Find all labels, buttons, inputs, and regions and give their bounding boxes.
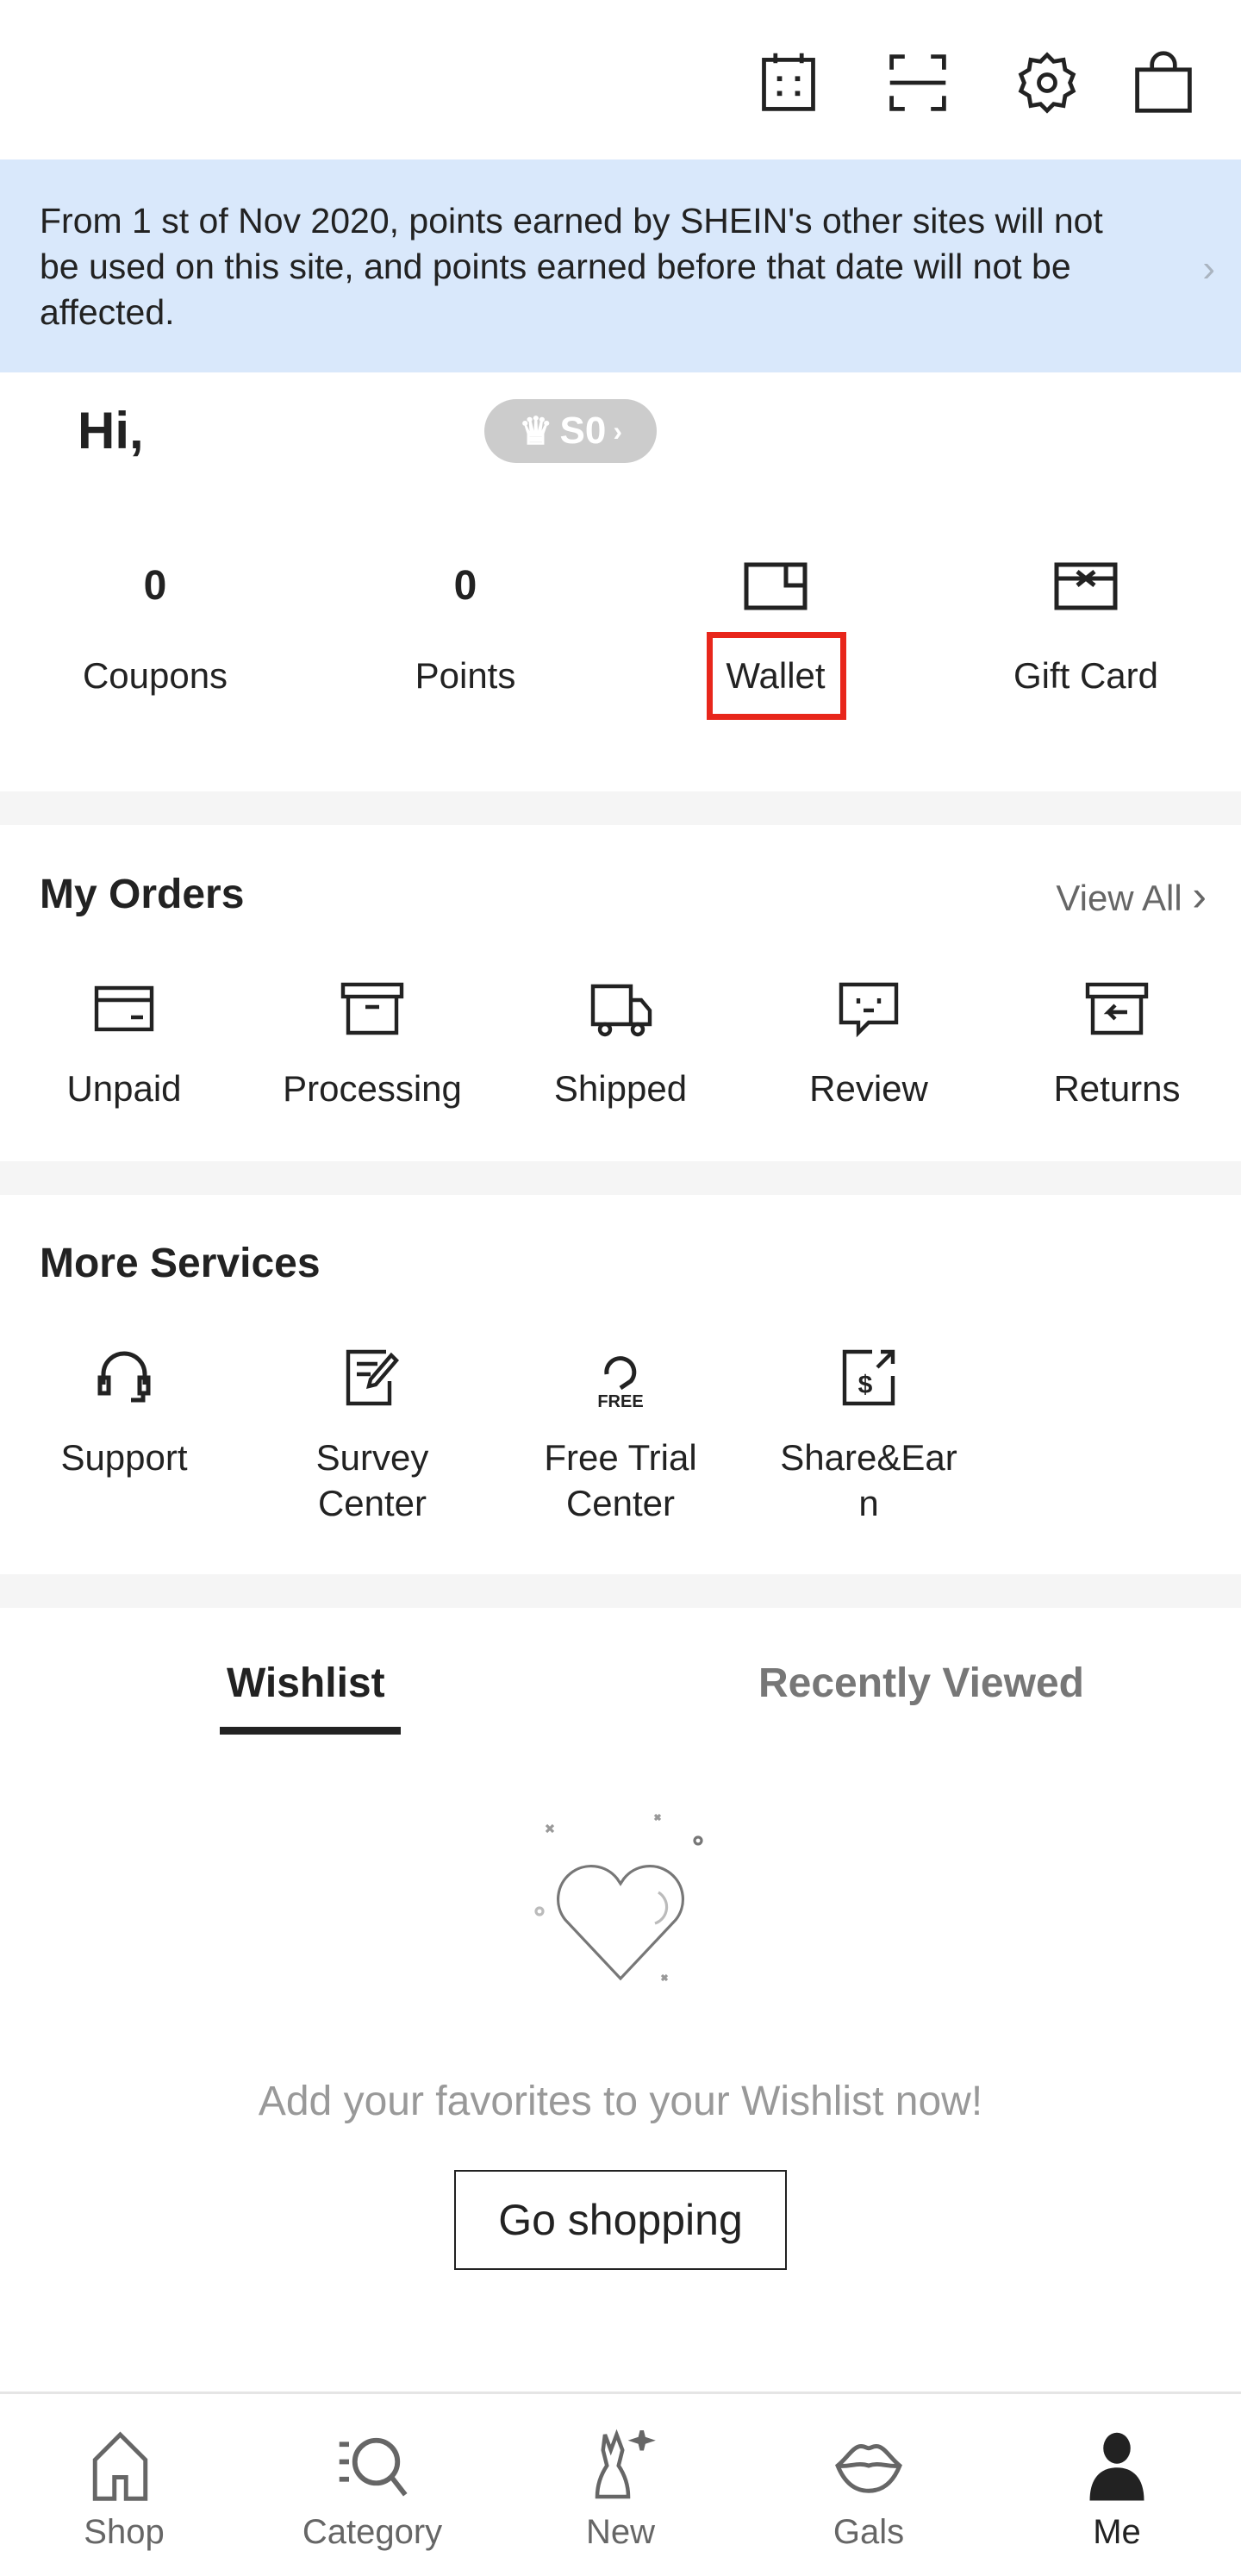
share-earn-label: Share&Ear n — [780, 1437, 957, 1523]
level-text: S0 — [559, 410, 607, 452]
svg-text:FREE: FREE — [597, 1392, 643, 1411]
survey-pencil-icon — [346, 1349, 399, 1406]
svg-text:$: $ — [858, 1371, 873, 1399]
order-shipped-label: Shipped — [553, 1068, 688, 1109]
nav-new[interactable]: New — [517, 2427, 724, 2552]
banner-text: From 1 st of Nov 2020, points earned by … — [40, 201, 1103, 332]
view-all-text: View All — [1056, 878, 1182, 918]
nav-category[interactable]: Category — [269, 2427, 476, 2552]
tab-wishlist[interactable]: Wishlist — [227, 1660, 385, 1707]
gift-card-label: Gift Card — [1013, 655, 1159, 696]
service-share-earn[interactable]: $ Share&Ear n — [757, 1343, 981, 1526]
coupons-stat[interactable]: 0 Coupons — [26, 556, 284, 696]
heart-illustration-icon — [534, 1813, 703, 1982]
nav-new-label: New — [585, 2513, 656, 2551]
nav-me[interactable]: Me — [1013, 2427, 1220, 2552]
wallet-highlight-box — [707, 632, 846, 720]
home-icon — [92, 2431, 148, 2501]
return-box-icon — [1085, 982, 1149, 1035]
nav-gals[interactable]: Gals — [765, 2427, 972, 2552]
coupons-label: Coupons — [82, 655, 228, 696]
survey-center-label: Survey Center — [315, 1437, 429, 1523]
points-stat[interactable]: 0 Points — [336, 556, 595, 696]
chevron-right-icon: › — [1192, 872, 1207, 920]
order-returns[interactable]: Returns — [1005, 974, 1229, 1111]
more-services-title: More Services — [40, 1241, 321, 1286]
category-search-icon — [339, 2437, 408, 2497]
divider — [0, 791, 1241, 825]
box-icon — [340, 982, 404, 1035]
chevron-right-icon: › — [613, 415, 622, 447]
divider — [0, 1161, 1241, 1195]
order-unpaid-label: Unpaid — [66, 1068, 182, 1109]
greeting: Hi, — [78, 402, 144, 460]
share-dollar-icon: $ — [842, 1349, 895, 1406]
order-unpaid[interactable]: Unpaid — [12, 974, 236, 1111]
lips-icon — [835, 2444, 902, 2493]
order-shipped[interactable]: Shipped — [508, 974, 733, 1111]
support-label: Support — [60, 1437, 188, 1478]
free-trial-icon: FREE — [597, 1356, 644, 1411]
gift-card-stat[interactable]: Gift Card — [957, 556, 1215, 696]
coupons-count: 0 — [143, 563, 167, 609]
view-all-link[interactable]: View All › — [1056, 871, 1207, 921]
my-orders-title: My Orders — [40, 872, 245, 917]
service-free-trial-center[interactable]: FREE Free Trial Center — [508, 1343, 733, 1526]
service-survey-center[interactable]: Survey Center — [260, 1343, 484, 1526]
membership-level-badge[interactable]: ♛ S0 › — [484, 399, 657, 463]
bag-icon[interactable] — [1131, 50, 1196, 116]
headset-icon — [97, 1351, 151, 1403]
calendar-icon[interactable] — [756, 50, 821, 116]
card-icon — [94, 985, 154, 1032]
crown-icon: ♛ — [519, 410, 553, 453]
dress-sparkle-icon — [595, 2429, 656, 2499]
nav-me-label: Me — [1093, 2513, 1141, 2551]
nav-shop[interactable]: Shop — [21, 2427, 228, 2552]
nav-divider — [0, 2392, 1241, 2394]
gift-card-icon — [1054, 562, 1118, 610]
chevron-right-icon: › — [1202, 247, 1215, 290]
empty-wishlist-message: Add your favorites to your Wishlist now! — [258, 2079, 983, 2124]
wallet-icon — [744, 562, 808, 610]
divider — [0, 1574, 1241, 1608]
points-notice-banner[interactable]: From 1 st of Nov 2020, points earned by … — [0, 159, 1241, 372]
tab-recently-viewed[interactable]: Recently Viewed — [758, 1660, 1084, 1707]
top-bar — [0, 0, 1241, 159]
go-shopping-button[interactable]: Go shopping — [454, 2170, 787, 2270]
order-returns-label: Returns — [1053, 1068, 1181, 1109]
order-review[interactable]: Review — [757, 974, 981, 1111]
order-processing-label: Processing — [283, 1068, 462, 1109]
service-support[interactable]: Support — [12, 1343, 236, 1480]
order-processing[interactable]: Processing — [260, 974, 484, 1111]
nav-gals-label: Gals — [833, 2513, 905, 2551]
order-review-label: Review — [809, 1068, 928, 1109]
points-label: Points — [415, 655, 516, 696]
active-tab-indicator — [220, 1727, 401, 1735]
person-icon — [1089, 2432, 1144, 2501]
nav-shop-label: Shop — [84, 2513, 165, 2551]
points-count: 0 — [453, 563, 477, 609]
nav-category-label: Category — [302, 2513, 443, 2551]
truck-icon — [590, 984, 652, 1037]
chat-icon — [839, 982, 899, 1038]
wallet-stat[interactable]: Wallet — [646, 556, 905, 696]
scan-icon[interactable] — [885, 50, 951, 116]
gear-icon[interactable] — [1014, 50, 1080, 116]
free-trial-center-label: Free Trial Center — [544, 1437, 697, 1523]
